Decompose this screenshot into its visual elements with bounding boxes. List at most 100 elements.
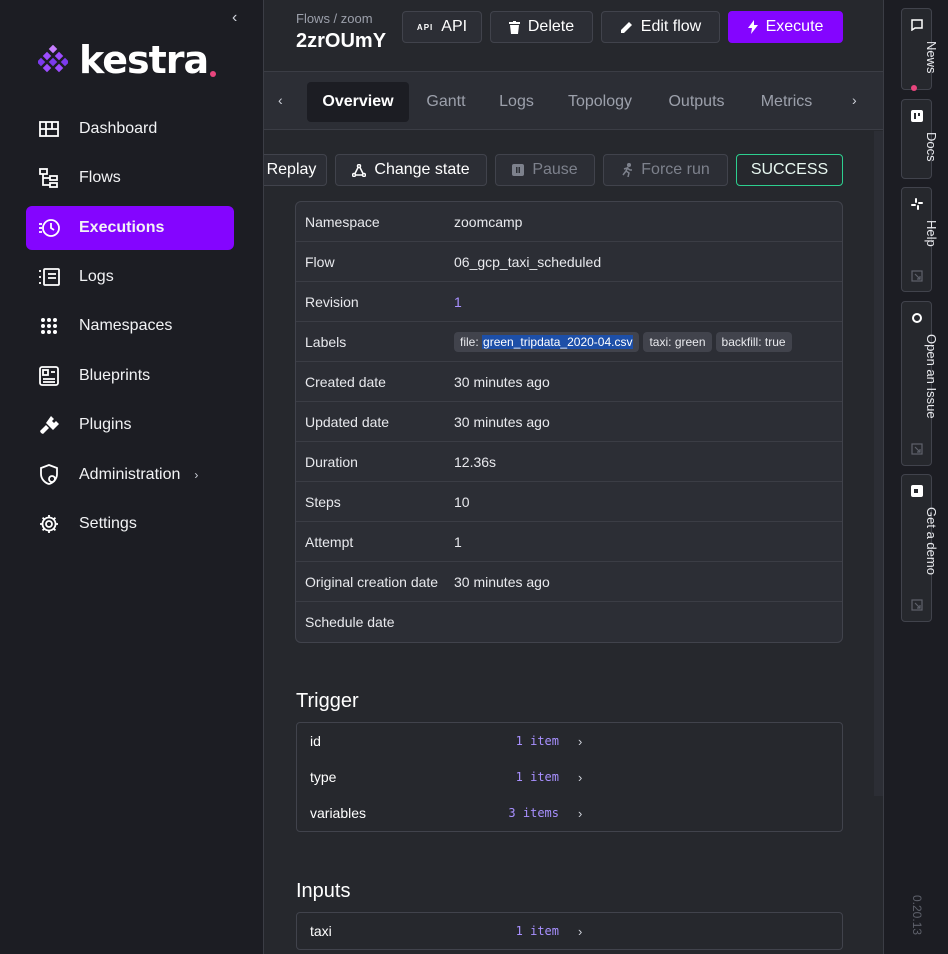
executions-icon bbox=[38, 217, 60, 239]
breadcrumb[interactable]: Flows / zoom bbox=[296, 11, 386, 26]
sidebar-item-blueprints[interactable]: Blueprints bbox=[26, 354, 234, 398]
overview-row-attempt: Attempt 1 bbox=[296, 522, 842, 562]
sidebar-item-namespaces[interactable]: Namespaces bbox=[26, 304, 234, 348]
overview-row-steps: Steps 10 bbox=[296, 482, 842, 522]
sidebar-item-label: Administration bbox=[79, 466, 181, 483]
chevron-left-icon[interactable]: ‹ bbox=[232, 9, 237, 27]
tab-gantt[interactable]: Gantt bbox=[417, 82, 475, 122]
help-button[interactable]: Help bbox=[901, 187, 939, 292]
right-rail: News Docs Help Open an Issue Get a demo … bbox=[883, 0, 948, 954]
replay-button[interactable]: Replay bbox=[264, 154, 327, 186]
edit-flow-button[interactable]: Edit flow bbox=[601, 11, 720, 43]
sidebar-item-plugins[interactable]: Plugins bbox=[26, 403, 234, 447]
sidebar-item-administration[interactable]: Administration › bbox=[26, 453, 234, 497]
label-chip[interactable]: file: green_tripdata_2020-04.csv bbox=[454, 331, 640, 352]
external-link-icon bbox=[911, 443, 923, 455]
overview-row-namespace: Namespace zoomcamp bbox=[296, 202, 842, 242]
revision-link[interactable]: 1 bbox=[454, 294, 462, 310]
external-link-icon bbox=[911, 270, 923, 282]
settings-icon bbox=[38, 513, 60, 535]
tab-bar: ‹ Overview Gantt Logs Topology Outputs M… bbox=[264, 72, 883, 130]
execute-button[interactable]: Execute bbox=[728, 11, 843, 43]
external-link-icon bbox=[911, 599, 923, 611]
api-button[interactable]: API API bbox=[402, 11, 482, 43]
logs-icon bbox=[38, 266, 60, 288]
sidebar-item-logs[interactable]: Logs bbox=[26, 255, 234, 299]
lightning-icon bbox=[747, 20, 758, 34]
dashboard-icon bbox=[38, 118, 60, 140]
page-title: 2zrOUmY bbox=[296, 30, 386, 52]
sidebar-item-settings[interactable]: Settings bbox=[26, 502, 234, 546]
running-person-icon bbox=[621, 163, 633, 177]
inputs-title: Inputs bbox=[296, 880, 351, 902]
sidebar-item-label: Logs bbox=[79, 268, 114, 285]
open-issue-button[interactable]: Open an Issue bbox=[901, 301, 939, 466]
tabs-scroll-right-icon[interactable]: › bbox=[852, 92, 857, 108]
blueprints-icon bbox=[38, 365, 60, 387]
sidebar-item-flows[interactable]: Flows bbox=[26, 156, 234, 200]
chevron-right-icon: › bbox=[578, 805, 583, 821]
status-badge: SUCCESS bbox=[736, 154, 843, 186]
delete-button[interactable]: Delete bbox=[490, 11, 593, 43]
trigger-row-variables[interactable]: variables 3 items › bbox=[297, 795, 842, 831]
chevron-right-icon: › bbox=[578, 769, 583, 785]
sidebar: ‹ kestra Dashboard Flows Executions Logs… bbox=[0, 0, 264, 954]
chevron-right-icon: › bbox=[194, 468, 199, 482]
flows-icon bbox=[38, 167, 60, 189]
content-scrollbar[interactable] bbox=[874, 131, 883, 796]
label-chip[interactable]: taxi: green bbox=[643, 331, 712, 352]
overview-row-duration: Duration 12.36s bbox=[296, 442, 842, 482]
sidebar-item-dashboard[interactable]: Dashboard bbox=[26, 107, 234, 151]
overview-row-created-date: Created date 30 minutes ago bbox=[296, 362, 842, 402]
slack-icon bbox=[910, 197, 924, 211]
overview-row-flow: Flow 06_gcp_taxi_scheduled bbox=[296, 242, 842, 282]
github-icon bbox=[910, 311, 924, 325]
brand-name: kestra bbox=[79, 38, 209, 82]
tab-metrics[interactable]: Metrics bbox=[751, 82, 822, 122]
force-run-button[interactable]: Force run bbox=[603, 154, 728, 186]
trigger-title: Trigger bbox=[296, 690, 359, 712]
trigger-row-id[interactable]: id 1 item › bbox=[297, 723, 842, 759]
kestra-logo[interactable]: kestra bbox=[38, 38, 217, 82]
pause-button[interactable]: Pause bbox=[495, 154, 595, 186]
tab-overview[interactable]: Overview bbox=[307, 82, 409, 122]
api-icon: API bbox=[416, 22, 434, 32]
sidebar-item-label: Plugins bbox=[79, 416, 132, 433]
state-graph-icon bbox=[352, 163, 367, 177]
administration-icon bbox=[38, 464, 60, 486]
sidebar-item-label: Blueprints bbox=[79, 367, 151, 384]
sidebar-item-executions[interactable]: Executions bbox=[26, 206, 234, 250]
inputs-table: taxi 1 item › bbox=[296, 912, 843, 950]
inputs-row-taxi[interactable]: taxi 1 item › bbox=[297, 913, 842, 949]
execution-overview: Replay Change state Pause Force run SUCC… bbox=[264, 131, 883, 954]
overview-row-updated-date: Updated date 30 minutes ago bbox=[296, 402, 842, 442]
chevron-right-icon: › bbox=[578, 923, 583, 939]
overview-row-schedule-date: Schedule date bbox=[305, 614, 395, 630]
news-icon bbox=[910, 18, 924, 32]
sidebar-item-label: Settings bbox=[79, 515, 137, 532]
kestra-mark-icon bbox=[38, 45, 68, 73]
change-state-button[interactable]: Change state bbox=[335, 154, 487, 186]
labels-list: file: green_tripdata_2020-04.csv taxi: gr… bbox=[454, 331, 796, 352]
namespaces-icon bbox=[38, 315, 60, 337]
tab-topology[interactable]: Topology bbox=[559, 82, 641, 122]
docs-button[interactable]: Docs bbox=[901, 99, 939, 179]
get-a-demo-button[interactable]: Get a demo bbox=[901, 474, 939, 622]
tabs-scroll-left-icon[interactable]: ‹ bbox=[278, 92, 283, 108]
sidebar-item-label: Namespaces bbox=[79, 317, 173, 334]
trigger-row-type[interactable]: type 1 item › bbox=[297, 759, 842, 795]
tab-outputs[interactable]: Outputs bbox=[657, 82, 736, 122]
pencil-icon bbox=[620, 21, 633, 34]
trigger-table: id 1 item › type 1 item › variables 3 it… bbox=[296, 722, 843, 832]
overview-table: Namespace zoomcamp Flow 06_gcp_taxi_sche… bbox=[295, 201, 843, 643]
news-button[interactable]: News bbox=[901, 8, 939, 90]
tab-logs[interactable]: Logs bbox=[489, 82, 544, 122]
brand-dot bbox=[210, 70, 217, 77]
demo-icon bbox=[910, 484, 924, 498]
sidebar-item-label: Dashboard bbox=[79, 120, 158, 137]
plugins-icon bbox=[38, 414, 60, 436]
page-header: Flows / zoom 2zrOUmY API API Delete Edit… bbox=[264, 0, 883, 72]
docs-icon bbox=[910, 109, 924, 123]
label-chip[interactable]: backfill: true bbox=[715, 331, 792, 352]
overview-row-labels: Labels file: green_tripdata_2020-04.csv t… bbox=[296, 322, 842, 362]
